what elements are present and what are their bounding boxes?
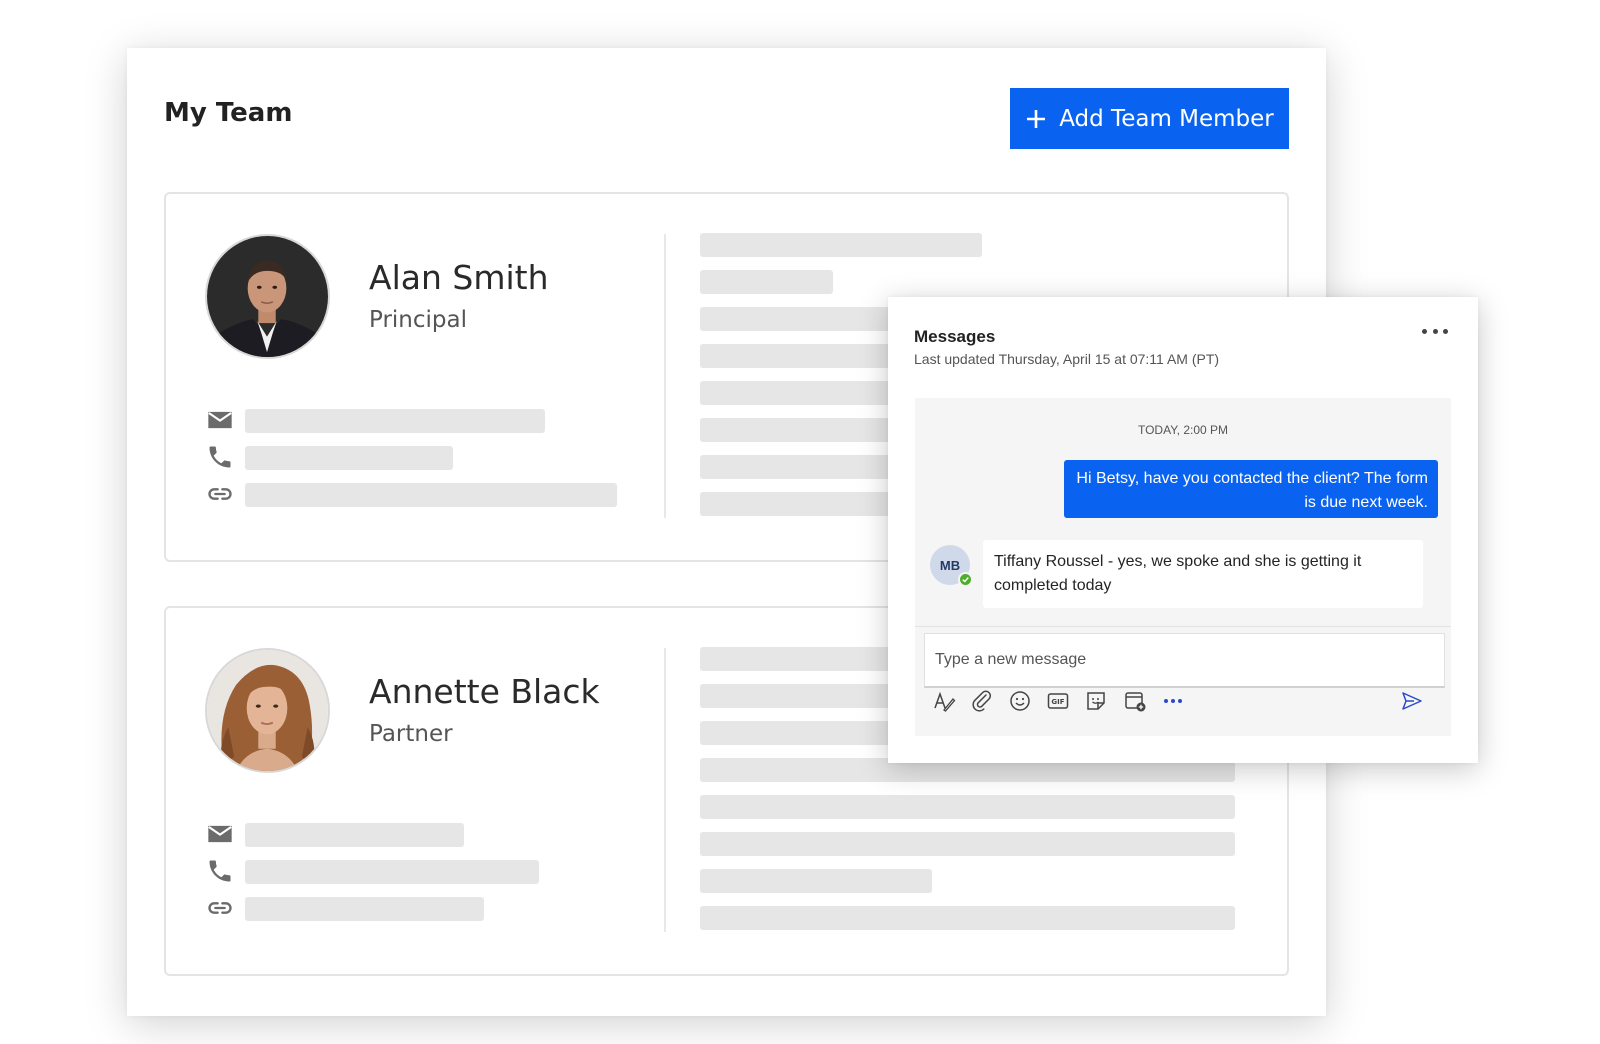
chat-timestamp: TODAY, 2:00 PM	[1137, 423, 1229, 437]
skeleton-line	[245, 483, 617, 507]
compose-divider	[915, 626, 1451, 627]
member-role: Partner	[369, 721, 453, 747]
member-role: Principal	[369, 307, 468, 333]
card-divider	[664, 234, 666, 518]
skeleton-line	[700, 869, 932, 893]
incoming-message: Tiffany Roussel - yes, we spoke and she …	[983, 540, 1423, 608]
avatar	[205, 234, 330, 359]
skeleton-line	[245, 446, 453, 470]
add-team-member-label: Add Team Member	[1059, 105, 1274, 132]
format-icon[interactable]	[932, 689, 956, 713]
member-name: Alan Smith	[369, 258, 549, 297]
skeleton-line	[700, 795, 1235, 819]
gif-icon[interactable]: GIF	[1046, 689, 1070, 713]
skeleton-line	[700, 906, 1235, 930]
plus-icon	[1025, 108, 1047, 130]
mail-icon	[206, 820, 234, 848]
attach-icon[interactable]	[970, 689, 994, 713]
link-icon	[206, 480, 234, 508]
messages-title: Messages	[914, 327, 996, 346]
skeleton-line	[700, 233, 982, 257]
emoji-icon[interactable]	[1008, 689, 1032, 713]
add-team-member-button[interactable]: Add Team Member	[1010, 88, 1289, 149]
member-name: Annette Black	[369, 672, 600, 711]
messages-panel: Messages Last updated Thursday, April 15…	[888, 297, 1478, 763]
schedule-meeting-icon[interactable]	[1123, 689, 1147, 713]
link-icon	[206, 894, 234, 922]
message-input[interactable]	[924, 633, 1445, 688]
outgoing-message: Hi Betsy, have you contacted the client?…	[1064, 460, 1438, 518]
send-icon[interactable]	[1400, 689, 1424, 713]
avatar	[205, 648, 330, 773]
skeleton-line	[245, 823, 464, 847]
skeleton-line	[700, 270, 833, 294]
page-title: My Team	[164, 98, 293, 128]
skeleton-line	[700, 832, 1235, 856]
sticker-icon[interactable]	[1084, 689, 1108, 713]
mail-icon	[206, 406, 234, 434]
chat-area: TODAY, 2:00 PM Hi Betsy, have you contac…	[915, 398, 1451, 736]
sender-initials: MB	[939, 557, 961, 573]
phone-icon	[206, 443, 234, 471]
svg-text:GIF: GIF	[1051, 698, 1064, 706]
skeleton-line	[245, 409, 545, 433]
more-options-icon[interactable]	[1422, 321, 1448, 341]
last-updated-text: Last updated Thursday, April 15 at 07:11…	[914, 351, 1220, 367]
skeleton-line	[245, 897, 484, 921]
available-check-icon	[958, 572, 973, 587]
skeleton-line	[245, 860, 539, 884]
phone-icon	[206, 857, 234, 885]
more-icon[interactable]	[1161, 689, 1185, 713]
card-divider	[664, 648, 666, 932]
